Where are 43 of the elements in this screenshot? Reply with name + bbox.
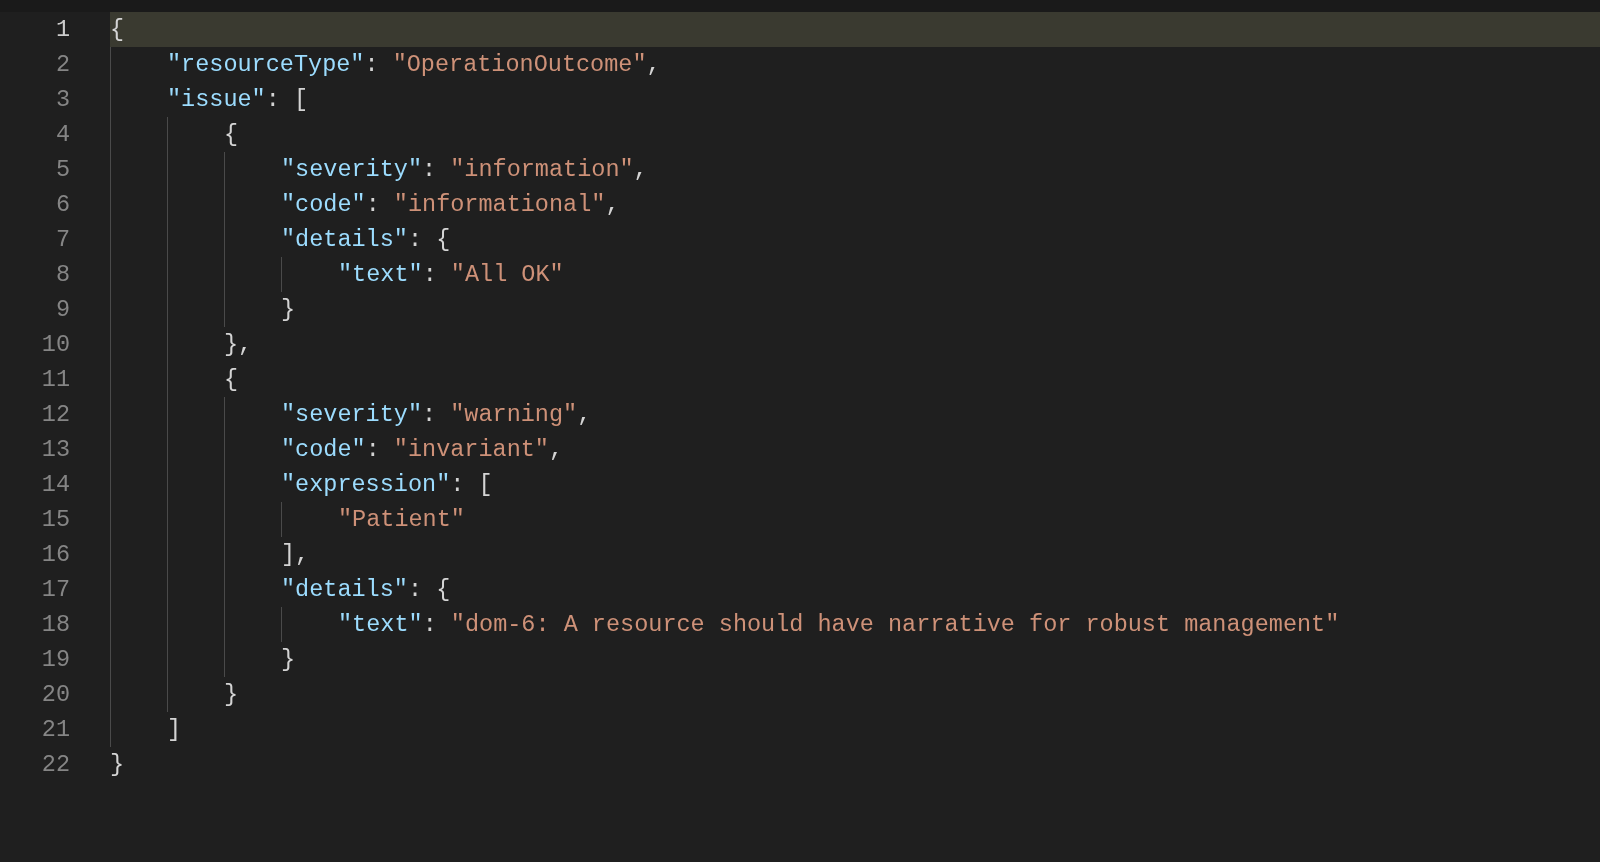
code-line: "code": "invariant", <box>281 435 565 465</box>
code-line: { <box>224 120 240 150</box>
line-number: 9 <box>55 295 70 325</box>
line-number: 1 <box>55 15 70 45</box>
line-number: 13 <box>41 435 70 465</box>
line-number: 8 <box>55 260 70 290</box>
code-line: "code": "informational", <box>281 190 621 220</box>
line-number: 14 <box>41 470 70 500</box>
code-line: "expression": [ <box>281 470 494 500</box>
line-number: 11 <box>41 365 70 395</box>
code-line: } <box>281 295 297 325</box>
code-line: } <box>224 680 240 710</box>
code-line: "text": "dom-6: A resource should have narrative for robust management" <box>338 610 1341 640</box>
code-line: "resourceType": "OperationOutcome", <box>167 50 662 80</box>
code-line: }, <box>224 330 254 360</box>
code-line: "details": { <box>281 575 452 605</box>
code-line: ] <box>167 715 183 745</box>
code-line: "Patient" <box>338 505 466 535</box>
code-line: { <box>224 365 240 395</box>
line-number: 15 <box>41 505 70 535</box>
line-number: 12 <box>41 400 70 430</box>
line-number: 3 <box>55 85 70 115</box>
line-number: 17 <box>41 575 70 605</box>
line-number: 19 <box>41 645 70 675</box>
line-number: 20 <box>41 680 70 710</box>
line-number: 7 <box>55 225 70 255</box>
line-number: 2 <box>55 50 70 80</box>
code-line: "text": "All OK" <box>338 260 565 290</box>
line-number: 16 <box>41 540 70 570</box>
line-number: 10 <box>41 330 70 360</box>
line-number: 4 <box>55 120 70 150</box>
code-line: "details": { <box>281 225 452 255</box>
line-number: 22 <box>41 750 70 780</box>
code-line: } <box>281 645 297 675</box>
code-line: "severity": "warning", <box>281 400 593 430</box>
code-line: } <box>110 750 126 780</box>
line-number: 5 <box>55 155 70 185</box>
code-line: "issue": [ <box>167 85 310 115</box>
line-number: 21 <box>41 715 70 745</box>
code-line: "severity": "information", <box>281 155 649 185</box>
line-number: 6 <box>55 190 70 220</box>
line-number: 18 <box>41 610 70 640</box>
code-line: ], <box>281 540 311 570</box>
